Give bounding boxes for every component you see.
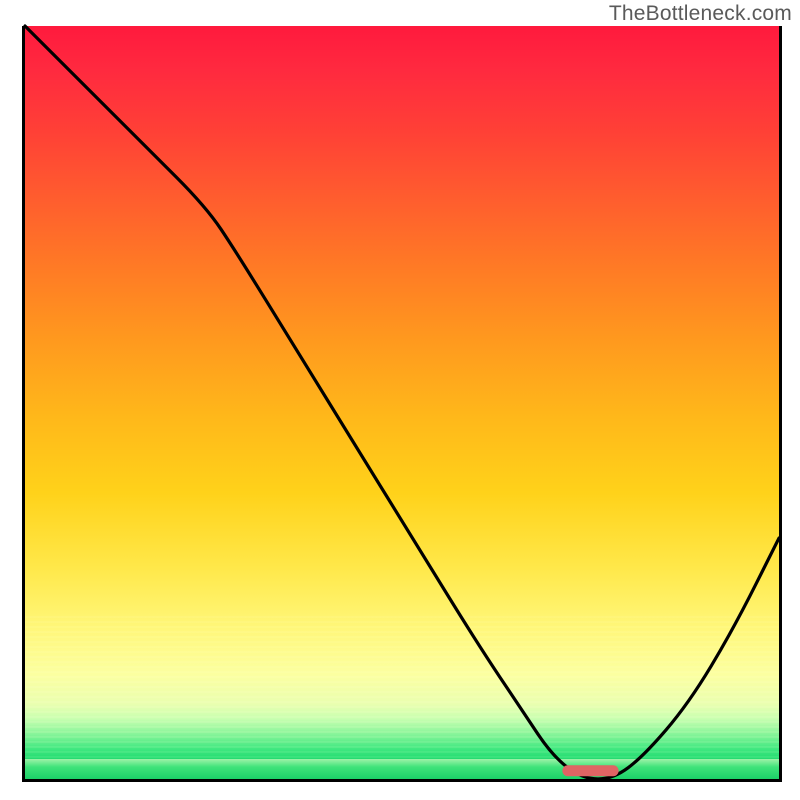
watermark-text: TheBottleneck.com bbox=[609, 2, 792, 26]
chart-plot-area bbox=[22, 26, 782, 782]
chart-curve-layer bbox=[25, 26, 779, 779]
bottleneck-curve bbox=[25, 26, 779, 779]
